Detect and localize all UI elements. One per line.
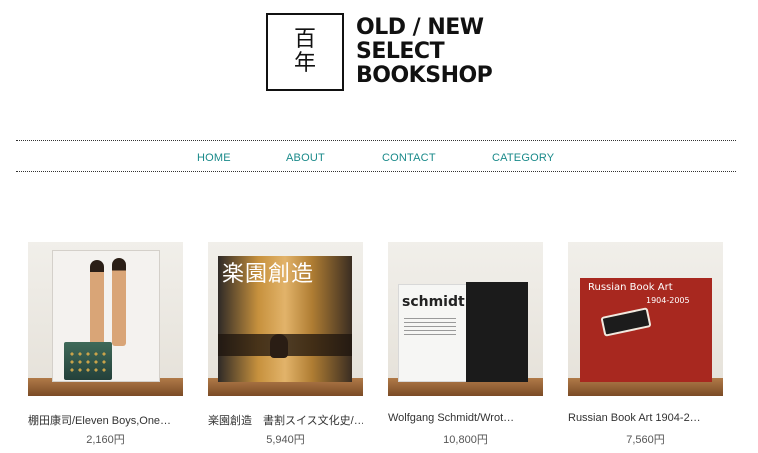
logo-glyph-top: 百 <box>293 27 316 52</box>
book-cover-title: schmidt <box>402 294 465 310</box>
product-image[interactable]: schmidt <box>388 242 543 396</box>
logo-line-2: SELECT <box>356 39 445 64</box>
product-price: 2,160円 <box>86 434 125 446</box>
product-title[interactable]: Russian Book Art 1904-2… <box>568 412 723 424</box>
book-cover-year: 1904-2005 <box>646 296 690 305</box>
nav-home[interactable]: HOME <box>197 152 231 164</box>
book-cover-title: 楽園創造 <box>222 262 315 287</box>
logo-line-3: BOOKSHOP <box>356 63 493 88</box>
wooden-figure <box>112 258 126 346</box>
product-price: 10,800円 <box>443 434 488 446</box>
product-card[interactable]: 棚田康司/Eleven Boys,One… 2,160円 <box>28 242 183 446</box>
product-price: 5,940円 <box>266 434 305 446</box>
product-image[interactable]: 楽園創造 <box>208 242 363 396</box>
logo-glyph-bottom: 年 <box>293 51 316 76</box>
book-cover <box>580 278 712 382</box>
product-title[interactable]: 楽園創造 書割スイス文化史/… <box>208 412 363 428</box>
portrait-figure <box>270 334 288 358</box>
product-card[interactable]: 楽園創造 楽園創造 書割スイス文化史/… 5,940円 <box>208 242 363 446</box>
book-cover-text-lines <box>404 318 456 336</box>
site-logo[interactable]: 百 年 OLD / NEW SELECT BOOKSHOP <box>266 13 493 91</box>
logo-mark: 百 年 <box>266 13 344 91</box>
book-slipcase <box>466 282 528 382</box>
product-price: 7,560円 <box>626 434 665 446</box>
product-card[interactable]: schmidt Wolfgang Schmidt/Wrot… 10,800円 <box>388 242 543 446</box>
product-title[interactable]: 棚田康司/Eleven Boys,One… <box>28 412 183 428</box>
product-title[interactable]: Wolfgang Schmidt/Wrot… <box>388 412 543 424</box>
nav-category[interactable]: CATEGORY <box>492 152 554 164</box>
nav-about[interactable]: ABOUT <box>286 152 325 164</box>
logo-wordmark: OLD / NEW SELECT BOOKSHOP <box>356 15 493 88</box>
book-cover-title: Russian Book Art <box>588 282 673 293</box>
product-grid: 棚田康司/Eleven Boys,One… 2,160円 楽園創造 楽園創造 書… <box>0 242 758 453</box>
product-card[interactable]: Russian Book Art 1904-2005 Russian Book … <box>568 242 723 446</box>
pedestal-pattern <box>68 350 108 372</box>
product-image[interactable] <box>28 242 183 396</box>
logo-glyphs: 百 年 <box>292 28 318 76</box>
nav-contact[interactable]: CONTACT <box>382 152 436 164</box>
product-image[interactable]: Russian Book Art 1904-2005 <box>568 242 723 396</box>
wooden-figure <box>90 260 104 346</box>
logo-line-1: OLD / NEW <box>356 15 484 40</box>
main-nav: HOME ABOUT CONTACT CATEGORY <box>16 140 736 172</box>
